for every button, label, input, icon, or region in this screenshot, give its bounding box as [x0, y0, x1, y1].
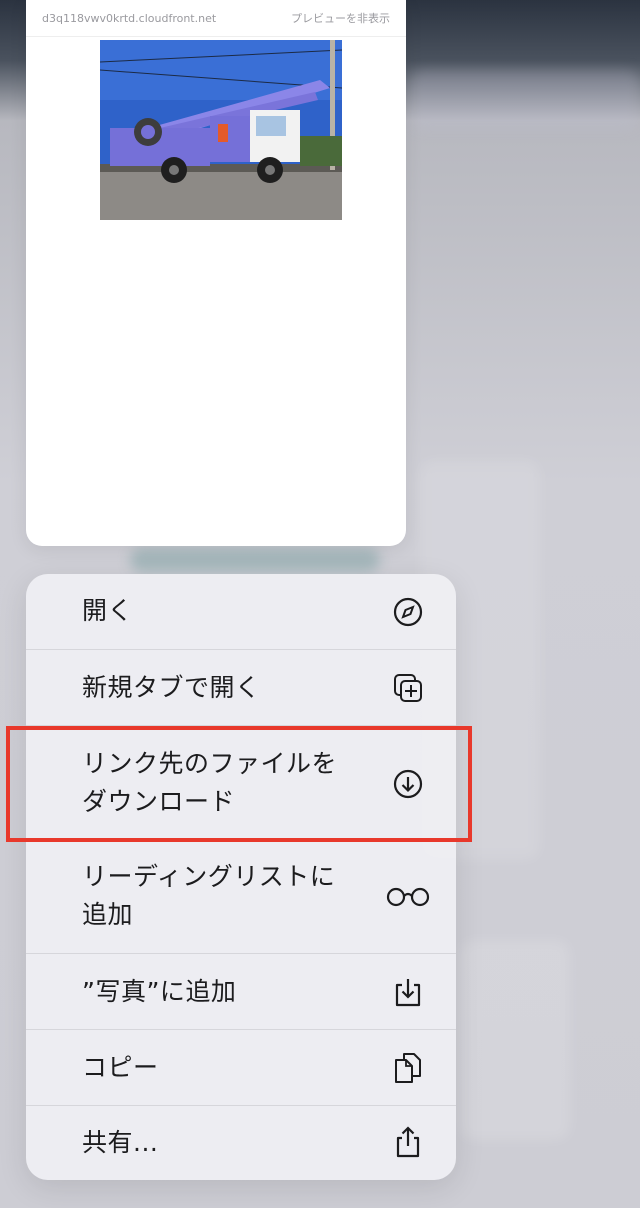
background-blur-block	[460, 940, 570, 1140]
save-to-photos-icon	[390, 974, 426, 1010]
background-blur-strip	[130, 548, 380, 572]
menu-item-add-to-photos[interactable]: ”写真”に追加	[26, 953, 456, 1029]
preview-header: d3q118vwv0krtd.cloudfront.net プレビューを非表示	[26, 0, 406, 37]
menu-item-label-line-2: 追加	[82, 900, 134, 929]
menu-item-add-to-reading-list[interactable]: リーディングリストに 追加	[26, 840, 456, 953]
link-preview-card[interactable]: d3q118vwv0krtd.cloudfront.net プレビューを非表示	[26, 0, 406, 546]
copy-icon	[390, 1050, 426, 1086]
menu-item-label: ”写真”に追加	[82, 977, 237, 1006]
preview-image	[100, 40, 342, 220]
glasses-icon	[384, 879, 432, 915]
hide-preview-button[interactable]: プレビューを非表示	[291, 10, 390, 26]
menu-item-label: 新規タブで開く	[82, 673, 261, 702]
highlight-annotation-box	[6, 726, 472, 842]
menu-item-label: コピー	[82, 1053, 159, 1082]
context-menu: 開く 新規タブで開く リンク先のファイルを ダウンロード リーディングリストに …	[26, 574, 456, 1180]
share-icon	[390, 1124, 426, 1160]
menu-item-label-line-1: リーディングリストに	[82, 862, 336, 891]
compass-icon	[390, 594, 426, 630]
menu-item-open-in-new-tab[interactable]: 新規タブで開く	[26, 649, 456, 725]
menu-item-share[interactable]: 共有...	[26, 1105, 456, 1180]
preview-host: d3q118vwv0krtd.cloudfront.net	[42, 11, 217, 25]
menu-item-label: 共有...	[82, 1128, 159, 1157]
menu-item-label: 開く	[82, 596, 134, 625]
background-blur-block	[410, 70, 640, 130]
menu-item-copy[interactable]: コピー	[26, 1029, 456, 1105]
new-tab-icon	[390, 670, 426, 706]
menu-item-open[interactable]: 開く	[26, 574, 456, 649]
